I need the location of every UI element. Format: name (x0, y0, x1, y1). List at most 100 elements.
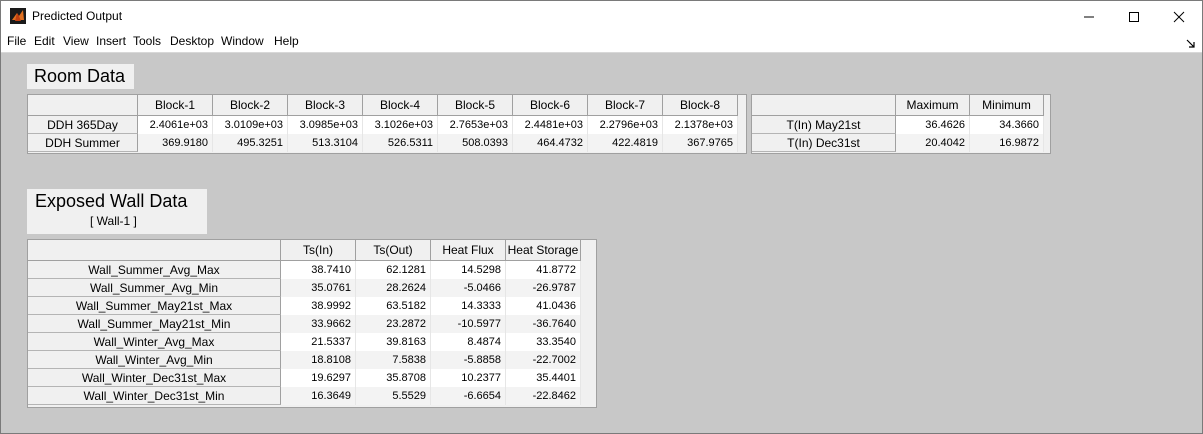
room-data-cell[interactable]: 526.5311 (363, 134, 438, 152)
room-data-title: Room Data (27, 64, 134, 89)
menu-tools[interactable]: Tools (133, 34, 161, 48)
room-temp-cell[interactable]: 34.3660 (970, 116, 1044, 134)
wall-data-column-header: Heat Storage (506, 240, 581, 261)
menu-file[interactable]: File (7, 34, 26, 48)
wall-data-cell[interactable]: 18.8108 (281, 351, 356, 369)
dock-arrow-icon[interactable] (1186, 36, 1196, 48)
room-data-column-header: Block-3 (288, 95, 363, 116)
close-button[interactable] (1156, 1, 1202, 32)
wall-data-cell[interactable]: 35.8708 (356, 369, 431, 387)
exposed-wall-table[interactable]: Ts(In) Ts(Out) Heat Flux Heat Storage Wall_S… (27, 239, 597, 408)
wall-data-row-header: Wall_Summer_May21st_Min (28, 315, 281, 333)
close-icon (1173, 11, 1185, 22)
wall-data-cell[interactable]: -5.0466 (431, 279, 506, 297)
room-data-table[interactable]: Block-1 Block-2 Block-3 Block-4 Block-5 Block… (27, 94, 747, 154)
wall-data-cell[interactable]: 16.3649 (281, 387, 356, 405)
room-data-cell[interactable]: 367.9765 (663, 134, 738, 152)
room-data-cell[interactable]: 3.0985e+03 (288, 116, 363, 134)
wall-data-cell[interactable]: -5.8858 (431, 351, 506, 369)
room-data-cell[interactable]: 464.4732 (513, 134, 588, 152)
menu-help[interactable]: Help (274, 34, 299, 48)
room-data-column-header: Block-2 (213, 95, 288, 116)
wall-data-cell[interactable]: 5.5529 (356, 387, 431, 405)
wall-data-cell[interactable]: -6.6654 (431, 387, 506, 405)
wall-data-cell[interactable]: 63.5182 (356, 297, 431, 315)
room-temp-row-header: T(In) May21st (752, 116, 896, 134)
menu-edit[interactable]: Edit (34, 34, 55, 48)
room-data-corner (28, 95, 138, 116)
room-temperature-table[interactable]: Maximum Minimum T(In) May21st 36.4626 34.366… (751, 94, 1051, 154)
figure-window: Predicted Output File Edit View Insert T… (0, 0, 1203, 434)
room-temp-cell[interactable]: 36.4626 (896, 116, 970, 134)
room-data-cell[interactable]: 495.3251 (213, 134, 288, 152)
room-data-cell[interactable]: 369.9180 (138, 134, 213, 152)
wall-data-cell[interactable]: 38.7410 (281, 261, 356, 279)
room-data-cell[interactable]: 2.4481e+03 (513, 116, 588, 134)
minimize-icon (1084, 16, 1094, 17)
wall-data-cell[interactable]: 38.9992 (281, 297, 356, 315)
room-data-row-header: DDH 365Day (28, 116, 138, 134)
menu-view[interactable]: View (63, 34, 89, 48)
wall-data-cell[interactable]: 39.8163 (356, 333, 431, 351)
matlab-logo-icon (10, 8, 26, 24)
wall-data-row-header: Wall_Winter_Dec31st_Min (28, 387, 281, 405)
room-data-cell[interactable]: 422.4819 (588, 134, 663, 152)
minimize-button[interactable] (1066, 1, 1112, 32)
wall-data-column-header: Ts(In) (281, 240, 356, 261)
room-data-cell[interactable]: 513.3104 (288, 134, 363, 152)
wall-data-row-header: Wall_Summer_May21st_Max (28, 297, 281, 315)
room-data-cell[interactable]: 2.1378e+03 (663, 116, 738, 134)
room-data-column-header: Block-6 (513, 95, 588, 116)
menu-desktop[interactable]: Desktop (170, 34, 214, 48)
room-temp-corner (752, 95, 896, 116)
wall-data-cell[interactable]: 35.0761 (281, 279, 356, 297)
menu-window[interactable]: Window (221, 34, 264, 48)
wall-data-cell[interactable]: 7.5838 (356, 351, 431, 369)
room-data-column-header: Block-7 (588, 95, 663, 116)
wall-data-cell[interactable]: 28.2624 (356, 279, 431, 297)
room-data-cell[interactable]: 2.7653e+03 (438, 116, 513, 134)
room-data-column-header: Block-1 (138, 95, 213, 116)
wall-data-cell[interactable]: -22.8462 (506, 387, 581, 405)
room-data-cell[interactable]: 508.0393 (438, 134, 513, 152)
wall-data-cell[interactable]: 35.4401 (506, 369, 581, 387)
wall-data-cell[interactable]: -10.5977 (431, 315, 506, 333)
room-data-column-header: Block-8 (663, 95, 738, 116)
window-title: Predicted Output (32, 9, 123, 23)
room-temp-column-header: Maximum (896, 95, 970, 116)
wall-data-row-header: Wall_Winter_Avg_Min (28, 351, 281, 369)
wall-data-column-header: Heat Flux (431, 240, 506, 261)
maximize-button[interactable] (1111, 1, 1157, 32)
wall-data-cell[interactable]: -22.7002 (506, 351, 581, 369)
exposed-wall-title: Exposed Wall Data (35, 191, 188, 211)
room-temp-cell[interactable]: 20.4042 (896, 134, 970, 152)
wall-data-row-header: Wall_Summer_Avg_Max (28, 261, 281, 279)
wall-data-cell[interactable]: 41.8772 (506, 261, 581, 279)
wall-data-cell[interactable]: 33.9662 (281, 315, 356, 333)
wall-data-cell[interactable]: 19.6297 (281, 369, 356, 387)
figure-content: Room Data Block-1 Block-2 Block-3 Block-4 Bl… (1, 53, 1202, 433)
wall-data-corner (28, 240, 281, 261)
wall-data-cell[interactable]: -36.7640 (506, 315, 581, 333)
wall-data-cell[interactable]: 14.5298 (431, 261, 506, 279)
wall-subtitle: [ Wall-1 ] (90, 214, 137, 228)
menu-insert[interactable]: Insert (96, 34, 126, 48)
wall-data-cell[interactable]: 10.2377 (431, 369, 506, 387)
room-data-cell[interactable]: 2.4061e+03 (138, 116, 213, 134)
room-data-row-header: DDH Summer (28, 134, 138, 152)
room-temp-cell[interactable]: 16.9872 (970, 134, 1044, 152)
wall-data-row-header: Wall_Winter_Dec31st_Max (28, 369, 281, 387)
wall-data-cell[interactable]: -26.9787 (506, 279, 581, 297)
wall-data-row-header: Wall_Winter_Avg_Max (28, 333, 281, 351)
room-data-cell[interactable]: 3.1026e+03 (363, 116, 438, 134)
wall-data-cell[interactable]: 62.1281 (356, 261, 431, 279)
wall-data-cell[interactable]: 8.4874 (431, 333, 506, 351)
wall-data-cell[interactable]: 33.3540 (506, 333, 581, 351)
room-data-cell[interactable]: 3.0109e+03 (213, 116, 288, 134)
wall-data-cell[interactable]: 21.5337 (281, 333, 356, 351)
wall-data-cell[interactable]: 14.3333 (431, 297, 506, 315)
room-data-cell[interactable]: 2.2796e+03 (588, 116, 663, 134)
wall-data-cell[interactable]: 23.2872 (356, 315, 431, 333)
room-temp-column-header: Minimum (970, 95, 1044, 116)
wall-data-cell[interactable]: 41.0436 (506, 297, 581, 315)
